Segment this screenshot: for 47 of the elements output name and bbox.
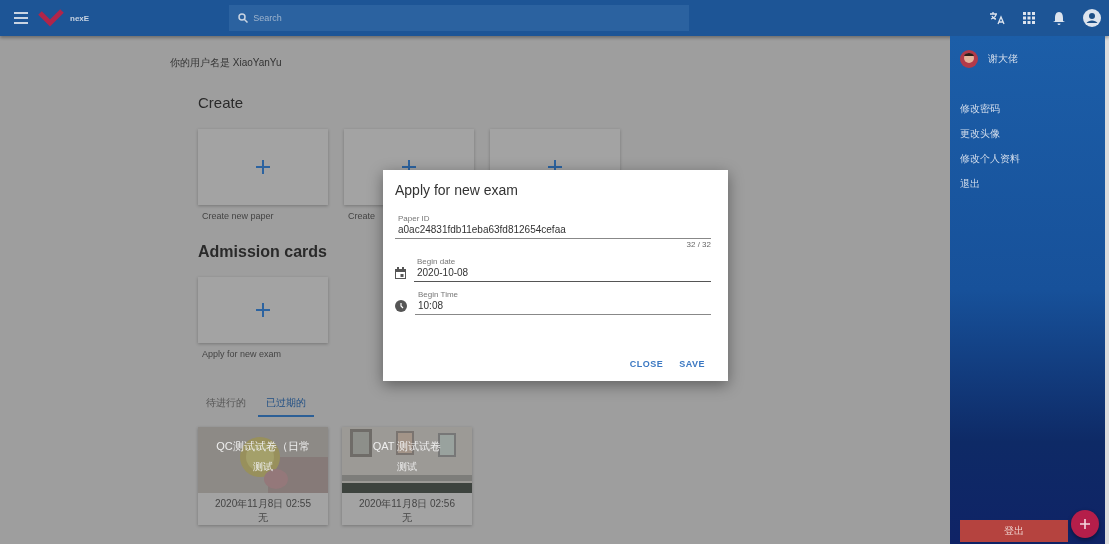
search-icon: [238, 13, 249, 23]
user-name: 谢大佬: [988, 52, 1018, 66]
logo-text: nexE: [70, 13, 90, 23]
card-label: Create new paper: [201, 211, 274, 221]
drawer-item[interactable]: 退出: [960, 177, 1105, 191]
plus-icon: [1080, 519, 1090, 529]
exam-date: 2020年11月8日 02:55: [215, 497, 311, 511]
drawer-item[interactable]: 修改密码: [960, 102, 1105, 116]
plus-icon: [256, 303, 270, 317]
bell-icon[interactable]: [1053, 11, 1065, 25]
section-title: Admission cards: [198, 243, 327, 261]
input-field[interactable]: Begin date 2020-10-08: [414, 255, 711, 282]
add-button[interactable]: [1071, 510, 1099, 538]
exam-card[interactable]: QAT 测试试卷 测试 2020年11月8日 02:56 无: [342, 427, 472, 525]
drawer-item[interactable]: 更改头像: [960, 127, 1105, 141]
card-label: Create: [347, 211, 375, 221]
drawer-item[interactable]: 修改个人资料: [960, 152, 1105, 166]
menu-icon[interactable]: [14, 12, 28, 24]
exam-note: 无: [258, 511, 268, 525]
calendar-icon: [395, 266, 406, 279]
card-label: Apply for new exam: [201, 349, 282, 359]
clock-icon: [395, 299, 407, 312]
input-field[interactable]: Paper ID a0ac24831fdb11eba63fd812654cefaa: [395, 212, 711, 239]
logout-button[interactable]: 登出: [960, 520, 1068, 542]
tab[interactable]: 待进行的: [198, 391, 254, 417]
exam-card[interactable]: QC测试试卷（日常 测试 2020年11月8日 02:55 无: [198, 427, 328, 525]
account-icon[interactable]: [1083, 9, 1101, 27]
section-title: Create: [198, 94, 244, 111]
search-field[interactable]: Search: [229, 5, 690, 31]
dialog-button[interactable]: CLOSE: [623, 355, 670, 373]
dialog-button[interactable]: SAVE: [673, 355, 711, 373]
tab[interactable]: 已过期的: [258, 391, 314, 417]
exam-subtitle: 测试: [253, 460, 273, 474]
exam-date: 2020年11月8日 02:56: [359, 497, 455, 511]
exam-title: QC测试试卷（日常: [216, 439, 310, 454]
character-counter: 32 / 32: [686, 240, 711, 249]
grid-icon[interactable]: [1023, 12, 1035, 24]
translate-icon[interactable]: [989, 11, 1005, 25]
exam-subtitle: 测试: [397, 460, 417, 474]
exam-title: QAT 测试试卷: [372, 439, 442, 454]
exam-note: 无: [402, 511, 412, 525]
logo-icon: [38, 9, 64, 27]
username-text: 你的用户名是 XiaoYanYu: [170, 56, 283, 70]
avatar: [960, 50, 978, 68]
dialog-title: Apply for new exam: [395, 182, 519, 198]
plus-icon: [256, 160, 270, 174]
input-field[interactable]: Begin Time 10:08: [415, 288, 711, 315]
